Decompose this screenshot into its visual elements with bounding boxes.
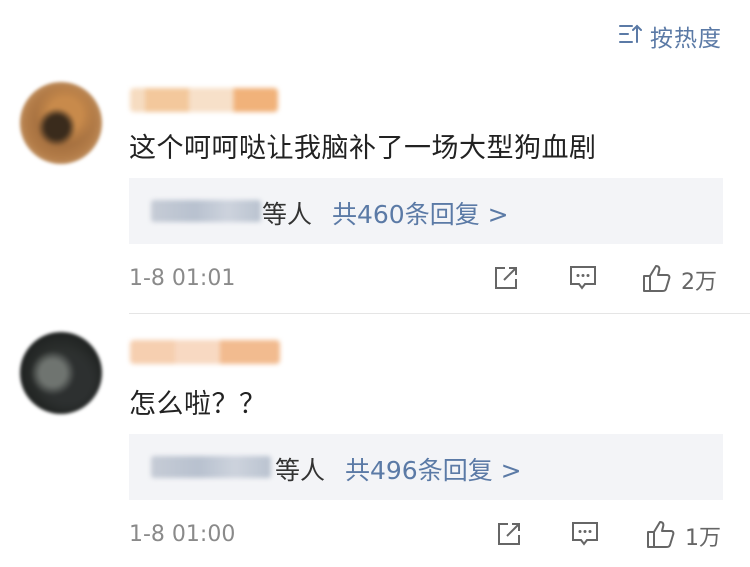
reply-summary-box[interactable]: 等人 共460条回复 > [129,178,723,244]
comment-item: 这个呵呵哒让我脑补了一场大型狗血剧 等人 共460条回复 > 1-8 01:01… [0,80,750,315]
share-button[interactable] [495,520,523,552]
comment-timestamp: 1-8 01:01 [129,266,236,291]
share-icon [492,264,520,296]
thumbs-up-icon [645,518,677,554]
avatar[interactable] [20,82,102,164]
username-blurred[interactable] [130,340,280,364]
like-button[interactable]: 1万 [645,518,721,554]
reply-users-blurred [151,200,261,222]
reply-users-suffix: 等人 [262,200,313,229]
comment-item: 怎么啦？？ 等人 共496条回复 > 1-8 01:00 1万 [0,330,750,565]
comment-text: 这个呵呵哒让我脑补了一场大型狗血剧 [129,133,597,164]
reply-button[interactable] [568,264,598,296]
like-button[interactable]: 2万 [641,262,717,298]
thumbs-up-icon [641,262,673,298]
comments-header: 按热度 [0,0,750,70]
reply-count-link[interactable]: 共496条回复 > [345,451,522,487]
comment-icon [570,520,600,552]
sort-label: 按热度 [650,26,722,52]
reply-button[interactable] [570,520,600,552]
reply-count-link[interactable]: 共460条回复 > [332,195,509,231]
like-count: 1万 [685,526,721,551]
share-button[interactable] [492,264,520,296]
reply-users-blurred [151,456,271,478]
share-icon [495,520,523,552]
sort-lines-icon [618,23,642,49]
comment-icon [568,264,598,296]
sort-by-hot-button[interactable]: 按热度 [618,20,722,52]
reply-summary-box[interactable]: 等人 共496条回复 > [129,434,723,500]
comment-timestamp: 1-8 01:00 [129,522,236,547]
comment-text: 怎么啦？？ [129,389,267,420]
reply-users-suffix: 等人 [275,456,326,485]
avatar[interactable] [20,332,102,414]
like-count: 2万 [681,270,717,295]
username-blurred[interactable] [130,88,278,112]
comment-divider [129,313,750,314]
